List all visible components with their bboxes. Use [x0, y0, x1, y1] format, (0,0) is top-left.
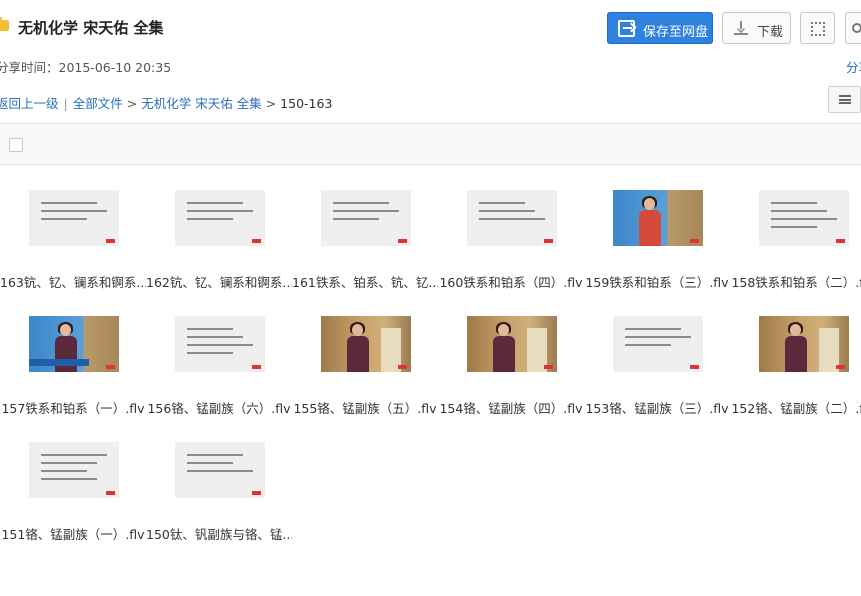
breadcrumb: 返回上一级 | 全部文件 > 无机化学 宋天佑 全集 >150-163 [0, 93, 332, 112]
file-thumbnail[interactable] [613, 316, 703, 372]
file-thumbnail[interactable] [321, 316, 411, 372]
file-grid: 163钪、钇、镧系和锕系... 162钪、钇、镧系和锕系... 161铁系、铂系… [0, 190, 861, 570]
file-tile[interactable]: 157铁系和铂系（一）.flv [0, 316, 146, 426]
view-toggle-button[interactable] [828, 86, 861, 113]
top-bar: 无机化学 宋天佑 全集 保存至网盘 下载 [0, 0, 861, 56]
file-name[interactable]: 152铬、锰副族（二）.flv [730, 398, 861, 417]
file-thumbnail[interactable] [175, 442, 265, 498]
file-tile[interactable]: 160铁系和铂系（四）.flv [438, 190, 584, 300]
file-tile[interactable]: 158铁系和铂系（二）.flv [730, 190, 861, 300]
select-all-checkbox[interactable] [9, 138, 23, 152]
file-tile[interactable]: 152铬、锰副族（二）.flv [730, 316, 861, 426]
file-name[interactable]: 156铬、锰副族（六）.flv [146, 398, 292, 417]
share-link[interactable]: 分享 [846, 57, 861, 76]
file-tile[interactable]: 155铬、锰副族（五）.flv [292, 316, 438, 426]
qrcode-icon [811, 22, 825, 36]
folder-icon [0, 17, 9, 31]
file-thumbnail[interactable] [175, 316, 265, 372]
qrcode-button[interactable] [800, 12, 835, 44]
file-tile[interactable]: 153铬、锰副族（三）.flv [584, 316, 730, 426]
file-tile[interactable]: 154铬、锰副族（四）.flv [438, 316, 584, 426]
file-name[interactable]: 158铁系和铂系（二）.flv [730, 272, 861, 291]
download-button[interactable]: 下载 [722, 12, 791, 44]
file-name[interactable]: 154铬、锰副族（四）.flv [438, 398, 584, 417]
file-thumbnail[interactable] [613, 190, 703, 246]
file-thumbnail[interactable] [29, 190, 119, 246]
file-name[interactable]: 159铁系和铂系（三）.flv [584, 272, 730, 291]
file-thumbnail[interactable] [321, 190, 411, 246]
back-link[interactable]: 返回上一级 [0, 96, 59, 111]
file-name[interactable]: 150钛、钒副族与铬、锰... [146, 524, 292, 543]
file-tile[interactable]: 162钪、钇、镧系和锕系... [146, 190, 292, 300]
file-name[interactable]: 160铁系和铂系（四）.flv [438, 272, 584, 291]
file-name[interactable]: 157铁系和铂系（一）.flv [0, 398, 146, 417]
file-thumbnail[interactable] [29, 316, 119, 372]
file-thumbnail[interactable] [759, 316, 849, 372]
all-files-link[interactable]: 全部文件 [73, 96, 123, 111]
file-name[interactable]: 153铬、锰副族（三）.flv [584, 398, 730, 417]
download-icon [734, 21, 748, 35]
file-tile[interactable]: 163钪、钇、镧系和锕系... [0, 190, 146, 300]
download-button-label: 下载 [757, 25, 784, 40]
list-view-icon [839, 95, 851, 104]
file-name[interactable]: 162钪、钇、镧系和锕系... [146, 272, 292, 291]
folder-link[interactable]: 无机化学 宋天佑 全集 [141, 96, 261, 111]
file-thumbnail[interactable] [467, 316, 557, 372]
file-tile[interactable]: 156铬、锰副族（六）.flv [146, 316, 292, 426]
save-icon [618, 20, 635, 37]
save-to-netdisk-button[interactable]: 保存至网盘 [607, 12, 713, 44]
file-thumbnail[interactable] [467, 190, 557, 246]
file-tile[interactable]: 150钛、钒副族与铬、锰... [146, 442, 292, 552]
file-thumbnail[interactable] [759, 190, 849, 246]
file-tile[interactable]: 161铁系、铂系、钪、钇... [292, 190, 438, 300]
file-name[interactable]: 163钪、钇、镧系和锕系... [0, 272, 146, 291]
file-thumbnail[interactable] [29, 442, 119, 498]
file-tile[interactable]: 151铬、锰副族（一）.flv [0, 442, 146, 552]
file-name[interactable]: 161铁系、铂系、钪、钇... [292, 272, 438, 291]
page-title: 无机化学 宋天佑 全集 [18, 19, 164, 37]
save-button-label: 保存至网盘 [643, 25, 709, 40]
share-time: 分享时间：2015-06-10 20:35 [0, 60, 172, 75]
file-name[interactable]: 151铬、锰副族（一）.flv [0, 524, 146, 543]
more-button[interactable] [845, 12, 861, 44]
more-icon [852, 23, 861, 33]
file-thumbnail[interactable] [175, 190, 265, 246]
current-folder: 150-163 [280, 96, 333, 111]
list-header [0, 123, 861, 165]
file-name[interactable]: 155铬、锰副族（五）.flv [292, 398, 438, 417]
file-tile[interactable]: 159铁系和铂系（三）.flv [584, 190, 730, 300]
